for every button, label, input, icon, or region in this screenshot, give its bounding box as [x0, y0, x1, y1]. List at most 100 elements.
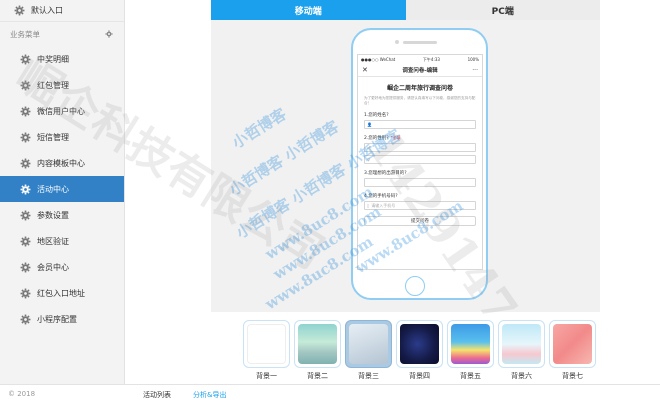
phone-mockup: ●●●○○ WeChat 下午4:33 100% ✕ 调查问卷-编辑 ··· 崛…: [351, 28, 488, 300]
background-preview-image: [553, 324, 592, 364]
user-icon: 👤: [367, 122, 372, 127]
sidebar-item-label: 短信管理: [37, 132, 69, 142]
background-option[interactable]: 背景二: [294, 320, 341, 381]
sidebar-item-label: 地区验证: [37, 236, 69, 246]
sidebar-menu: 中奖明细红包管理微信用户中心 短信管理内容模板中心活动中心参数设置地区验证会员中心…: [0, 46, 124, 332]
tab-mobile[interactable]: 移动端: [211, 0, 406, 20]
sidebar-item[interactable]: 会员中心: [0, 254, 124, 280]
question-1-input[interactable]: 👤: [364, 120, 476, 129]
gear-icon: [20, 210, 31, 221]
sidebar-item[interactable]: 中奖明细: [0, 46, 124, 72]
gear-icon: [20, 314, 31, 325]
background-option[interactable]: 背景三: [345, 320, 392, 381]
more-icon[interactable]: ···: [472, 67, 478, 74]
background-thumbnail[interactable]: [549, 320, 596, 368]
question-2-text: 2.您的性别?: [364, 136, 389, 141]
sidebar-item-label: 红包管理: [37, 80, 69, 90]
sidebar-item[interactable]: 参数设置: [0, 202, 124, 228]
question-2-option-female[interactable]: ♀: [364, 155, 476, 164]
background-thumbnail[interactable]: [447, 320, 494, 368]
survey-title: 崛企二周年旅行调查问卷: [386, 85, 453, 92]
background-preview-image: [247, 324, 286, 364]
question-4-input[interactable]: ▯ 请输入手机号: [364, 201, 476, 210]
male-icon: ♂: [367, 145, 371, 150]
sidebar-item[interactable]: 内容模板中心: [0, 150, 124, 176]
question-3-input[interactable]: [364, 178, 476, 187]
background-label: 背景五: [460, 372, 481, 380]
phone-speaker: [403, 41, 437, 44]
background-option[interactable]: 背景七: [549, 320, 596, 381]
gear-icon: [20, 80, 31, 91]
background-preview-image: [451, 324, 490, 364]
sidebar-item[interactable]: 红包管理: [0, 72, 124, 98]
sidebar-item-label: 小程序配置: [37, 314, 77, 324]
background-label: 背景二: [307, 372, 328, 380]
status-bar: ●●●○○ WeChat 下午4:33 100%: [358, 55, 482, 64]
bottom-left-label: © 2018: [8, 390, 36, 398]
background-label: 背景六: [511, 372, 532, 380]
sidebar-item[interactable]: 地区验证: [0, 228, 124, 254]
gear-icon: [20, 132, 31, 143]
question-1-label: 1.您的姓名?: [364, 113, 389, 118]
sidebar: 默认入口 业务菜单 中奖明细红包管理微信用户中心 短信管理内容模板中心活动中心参数…: [0, 0, 125, 384]
gear-icon: [20, 184, 31, 195]
sidebar-item-label: 微信用户中心: [37, 106, 85, 116]
background-label: 背景四: [409, 372, 430, 380]
question-4-placeholder: 请输入手机号: [371, 202, 396, 208]
section-settings-icon[interactable]: [105, 30, 116, 41]
sidebar-section-label: 业务菜单: [10, 29, 40, 39]
submit-survey-button[interactable]: 提交问卷: [364, 216, 476, 226]
background-thumbnail[interactable]: [294, 320, 341, 368]
gear-icon: [20, 54, 31, 65]
question-2-option-male[interactable]: ♂: [364, 143, 476, 152]
phone-icon: ▯: [367, 203, 370, 208]
sidebar-item-label: 会员中心: [37, 262, 69, 272]
background-thumbnail[interactable]: [345, 320, 392, 368]
sidebar-item-label: 活动中心: [37, 184, 69, 194]
background-thumbnail[interactable]: [396, 320, 443, 368]
background-thumbnail[interactable]: [243, 320, 290, 368]
bottom-divider: [0, 384, 660, 385]
question-3-label: 3.您理想的出游目的?: [364, 171, 407, 176]
gear-icon: [20, 236, 31, 247]
tab-analysis-export[interactable]: 分析&导出: [193, 390, 226, 400]
background-label: 背景三: [358, 372, 379, 380]
background-preview-image: [298, 324, 337, 364]
background-option[interactable]: 背景六: [498, 320, 545, 381]
background-preview-image: [349, 324, 388, 364]
phone-nav-title: 调查问卷-编辑: [402, 68, 438, 74]
background-picker: 背景一 背景二 背景三 背景四 背景五 背景六 背景七: [243, 320, 600, 381]
gear-icon: [20, 106, 31, 117]
tab-pc[interactable]: PC端: [405, 0, 600, 20]
sidebar-item-label: 红包入口地址: [37, 288, 85, 298]
gear-icon: [20, 158, 31, 169]
gear-icon: [14, 5, 25, 16]
question-2-label: 2.您的性别? *必填: [364, 135, 476, 141]
status-signal: ●●●○○ WeChat: [361, 57, 396, 62]
sidebar-item[interactable]: 小程序配置: [0, 306, 124, 332]
sidebar-item[interactable]: 微信用户中心: [0, 98, 124, 124]
background-option[interactable]: 背景一: [243, 320, 290, 381]
phone-navbar: ✕ 调查问卷-编辑 ···: [358, 64, 482, 77]
sidebar-default-entry[interactable]: 默认入口: [0, 0, 124, 22]
sidebar-item[interactable]: 红包入口地址: [0, 280, 124, 306]
phone-home-button: [405, 276, 425, 296]
phone-screen: ●●●○○ WeChat 下午4:33 100% ✕ 调查问卷-编辑 ··· 崛…: [357, 54, 483, 270]
sidebar-item[interactable]: 短信管理: [0, 124, 124, 150]
background-label: 背景七: [562, 372, 583, 380]
background-thumbnail[interactable]: [498, 320, 545, 368]
gear-icon: [20, 288, 31, 299]
background-option[interactable]: 背景五: [447, 320, 494, 381]
app-root: 默认入口 业务菜单 中奖明细红包管理微信用户中心 短信管理内容模板中心活动中心参数…: [0, 0, 660, 400]
sidebar-default-entry-label: 默认入口: [31, 6, 63, 15]
background-preview-image: [400, 324, 439, 364]
phone-camera: [395, 40, 399, 44]
status-battery: 100%: [467, 57, 479, 62]
preview-tabs: 移动端 PC端: [211, 0, 600, 20]
background-option[interactable]: 背景四: [396, 320, 443, 381]
close-icon[interactable]: ✕: [362, 66, 368, 74]
tab-activity-list[interactable]: 活动列表: [143, 390, 171, 400]
female-icon: ♀: [367, 157, 370, 162]
sidebar-item[interactable]: 活动中心: [0, 176, 124, 202]
sidebar-item-label: 参数设置: [37, 210, 69, 220]
